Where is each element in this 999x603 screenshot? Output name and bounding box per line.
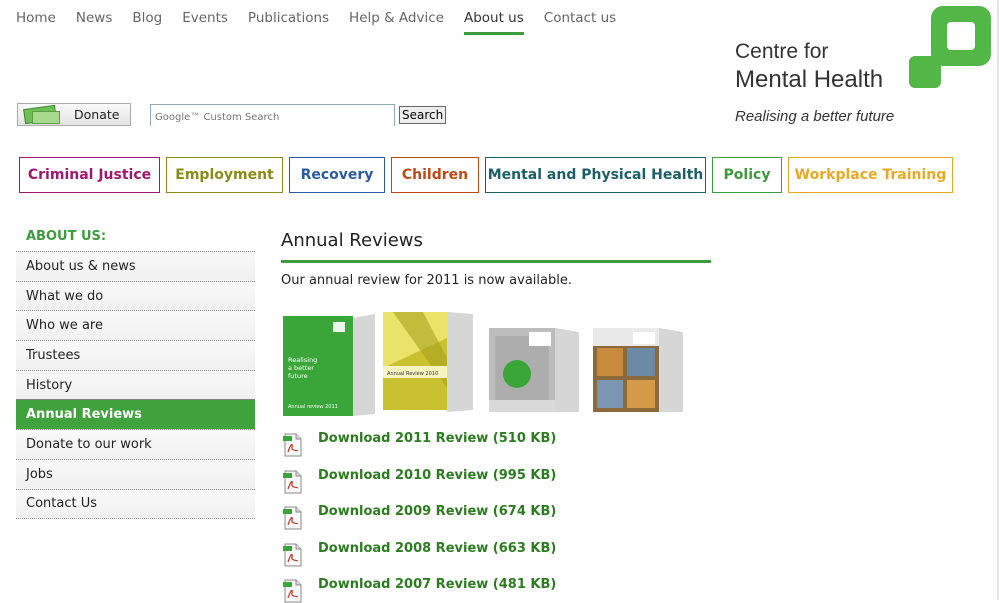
- annual-review-2011-cover[interactable]: Realising a better future Annual review …: [283, 310, 375, 418]
- category-tab[interactable]: Employment: [166, 157, 283, 193]
- search-button[interactable]: Search: [399, 106, 447, 124]
- annual-review-2008-cover[interactable]: [593, 326, 685, 416]
- nav-help-advice[interactable]: Help & Advice: [349, 10, 444, 35]
- pdf-icon: [283, 579, 302, 603]
- category-tab[interactable]: Policy: [712, 157, 782, 193]
- credit-card-icon: [18, 104, 62, 125]
- svg-text:a better: a better: [288, 364, 314, 372]
- category-tab[interactable]: Criminal Justice: [19, 157, 160, 193]
- nav-publications[interactable]: Publications: [248, 10, 329, 35]
- sidebar-item[interactable]: Who we are: [16, 310, 255, 341]
- sidebar-item[interactable]: Annual Reviews: [16, 399, 255, 430]
- logo-tagline: Realising a better future: [735, 108, 895, 125]
- sidebar-item[interactable]: Trustees: [16, 340, 255, 370]
- pdf-icon: [283, 470, 302, 494]
- cover-2011-text: Realising: [288, 356, 317, 364]
- category-tab[interactable]: Recovery: [289, 157, 385, 193]
- page-title: Annual Reviews: [281, 230, 423, 251]
- pdf-icon: [283, 543, 302, 567]
- pdf-icon: [283, 433, 302, 457]
- donate-button[interactable]: Donate: [17, 103, 131, 126]
- sidebar-item[interactable]: About us & news: [16, 251, 255, 281]
- download-link[interactable]: Download 2010 Review (995 KB): [318, 468, 556, 483]
- download-row: Download 2008 Review (663 KB): [283, 541, 556, 567]
- annual-review-2010-cover[interactable]: Annual Review 2010: [383, 308, 475, 416]
- top-navigation: Home News Blog Events Publications Help …: [16, 10, 616, 35]
- annual-review-2009-cover[interactable]: [489, 326, 581, 416]
- download-link[interactable]: Download 2009 Review (674 KB): [318, 504, 556, 519]
- sidebar-heading: ABOUT US:: [26, 229, 107, 244]
- download-link[interactable]: Download 2011 Review (510 KB): [318, 431, 556, 446]
- download-row: Download 2011 Review (510 KB): [283, 431, 556, 457]
- nav-events[interactable]: Events: [182, 10, 228, 35]
- download-link[interactable]: Download 2008 Review (663 KB): [318, 541, 556, 556]
- logo-line-1: Centre for: [735, 40, 829, 63]
- nav-blog[interactable]: Blog: [132, 10, 162, 35]
- download-row: Download 2010 Review (995 KB): [283, 468, 556, 494]
- logo-mark-icon: [909, 6, 991, 88]
- logo-line-2: Mental Health: [735, 66, 884, 93]
- title-divider: [281, 260, 711, 263]
- category-tab[interactable]: Children: [391, 157, 479, 193]
- search-field[interactable]: [150, 104, 395, 128]
- nav-contact-us[interactable]: Contact us: [544, 10, 616, 35]
- svg-text:future: future: [288, 372, 308, 380]
- download-row: Download 2009 Review (674 KB): [283, 504, 556, 530]
- download-row: Download 2007 Review (481 KB): [283, 577, 556, 603]
- nav-home[interactable]: Home: [16, 10, 56, 35]
- donate-label: Donate: [74, 107, 120, 122]
- cover-2010-text: Annual Review 2010: [387, 371, 438, 377]
- sidebar-item[interactable]: Jobs: [16, 458, 255, 489]
- nav-news[interactable]: News: [76, 10, 112, 35]
- sidebar-item[interactable]: History: [16, 369, 255, 400]
- sidebar-item[interactable]: What we do: [16, 280, 255, 311]
- sidebar-menu: About us & news What we do Who we are Trust…: [16, 251, 255, 520]
- intro-text: Our annual review for 2011 is now availa…: [281, 273, 572, 288]
- sidebar-item[interactable]: Donate to our work: [16, 429, 255, 459]
- sidebar-item[interactable]: Contact Us: [16, 488, 255, 520]
- search-input[interactable]: [151, 107, 394, 128]
- download-link[interactable]: Download 2007 Review (481 KB): [318, 577, 556, 592]
- category-tab[interactable]: Workplace Training: [788, 157, 953, 193]
- category-tab[interactable]: Mental and Physical Health: [485, 157, 706, 193]
- pdf-icon: [283, 506, 302, 530]
- cover-2011-footer: Annual review 2011: [288, 404, 338, 410]
- nav-about-us[interactable]: About us: [463, 10, 524, 35]
